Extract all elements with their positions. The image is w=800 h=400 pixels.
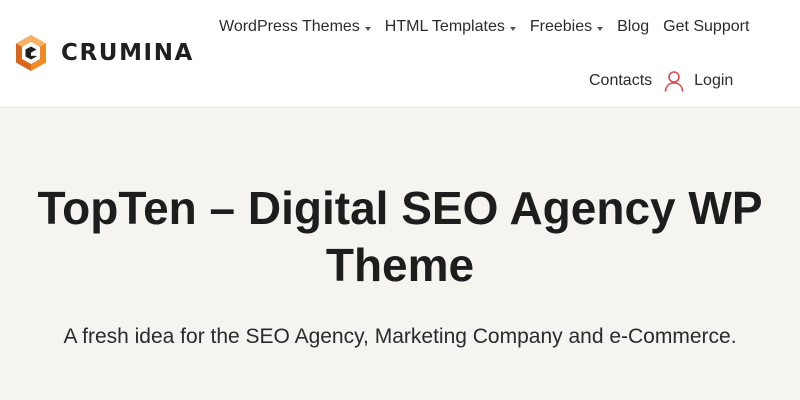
nav-item-label: Blog	[617, 18, 650, 35]
nav-item-html-templates[interactable]: HTML Templates	[385, 18, 516, 36]
nav-item-freebies[interactable]: Freebies	[529, 18, 604, 36]
nav-item-label: Get Support	[663, 18, 750, 35]
main-nav: WordPress Themes HTML Templates Freebies…	[219, 16, 749, 38]
nav-item-label: Freebies	[529, 18, 593, 35]
page-subtitle: A fresh idea for the SEO Agency, Marketi…	[63, 325, 737, 348]
brand-name: CRUMINA	[61, 39, 194, 66]
page-title: TopTen – Digital SEO Agency WP Theme	[37, 182, 763, 291]
caret-down-icon	[364, 26, 371, 31]
hero-section: TopTen – Digital SEO Agency WP Theme A f…	[0, 108, 800, 400]
nav-item-label: HTML Templates	[384, 18, 505, 35]
login-link[interactable]: Login	[663, 70, 733, 92]
secondary-nav: Contacts Login	[589, 69, 733, 93]
nav-item-get-support[interactable]: Get Support	[663, 18, 749, 36]
login-label: Login	[694, 72, 734, 89]
caret-down-icon	[597, 26, 604, 31]
crumina-logo[interactable]: CRUMINA	[14, 33, 194, 73]
nav-item-wordpress-themes[interactable]: WordPress Themes	[219, 18, 371, 36]
site-header: CRUMINA WordPress Themes HTML Templates …	[0, 0, 800, 108]
caret-down-icon	[509, 26, 516, 31]
nav-item-label: WordPress Themes	[219, 18, 360, 35]
nav-item-blog[interactable]: Blog	[617, 18, 649, 36]
user-icon	[664, 71, 684, 92]
nav-item-contacts[interactable]: Contacts	[589, 72, 652, 90]
crumina-logo-icon	[16, 35, 46, 71]
